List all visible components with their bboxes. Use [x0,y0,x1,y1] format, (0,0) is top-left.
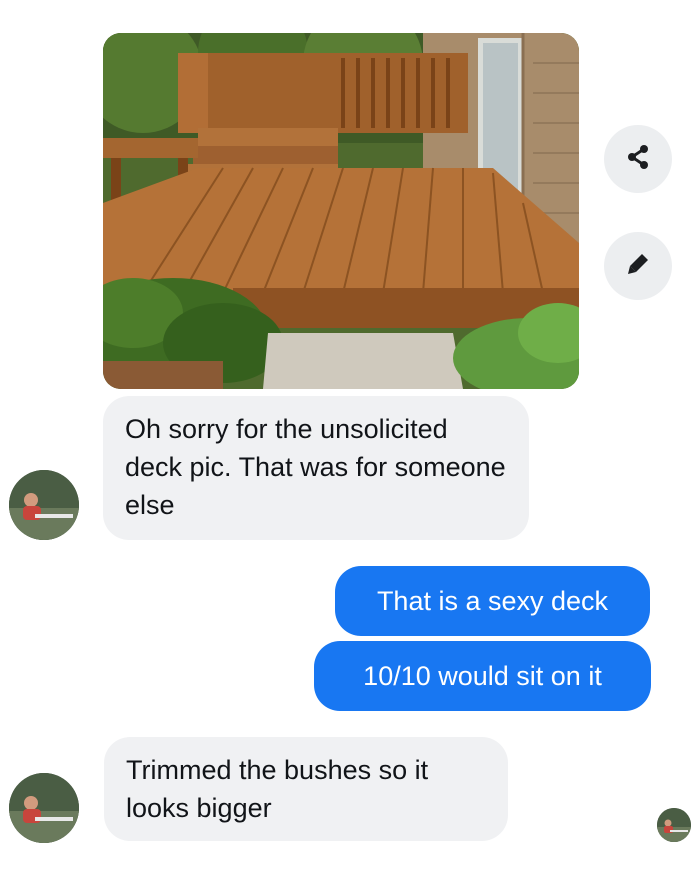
message-text: 10/10 would sit on it [363,661,602,691]
avatar-image [9,470,79,540]
share-icon [625,144,651,175]
edit-button[interactable] [604,232,672,300]
sender-avatar[interactable] [9,773,79,843]
read-receipt-image [657,808,691,842]
message-text: Oh sorry for the unsolicited deck pic. T… [125,414,506,520]
read-receipt-avatar [657,808,691,842]
incoming-message[interactable]: Trimmed the bushes so it looks bigger [104,737,508,841]
pencil-icon [625,251,651,282]
deck-photo-image [103,33,579,389]
sender-avatar[interactable] [9,470,79,540]
message-text: That is a sexy deck [376,586,609,616]
chat-thread: Oh sorry for the unsolicited deck pic. T… [0,0,700,875]
outgoing-message[interactable]: 10/10 would sit on it [314,641,651,711]
deck-photo[interactable] [103,33,579,389]
avatar-image [9,773,79,843]
outgoing-message[interactable]: That is a sexy deck [335,566,650,636]
incoming-message[interactable]: Oh sorry for the unsolicited deck pic. T… [103,396,529,540]
message-text: Trimmed the bushes so it looks bigger [126,755,429,823]
share-button[interactable] [604,125,672,193]
